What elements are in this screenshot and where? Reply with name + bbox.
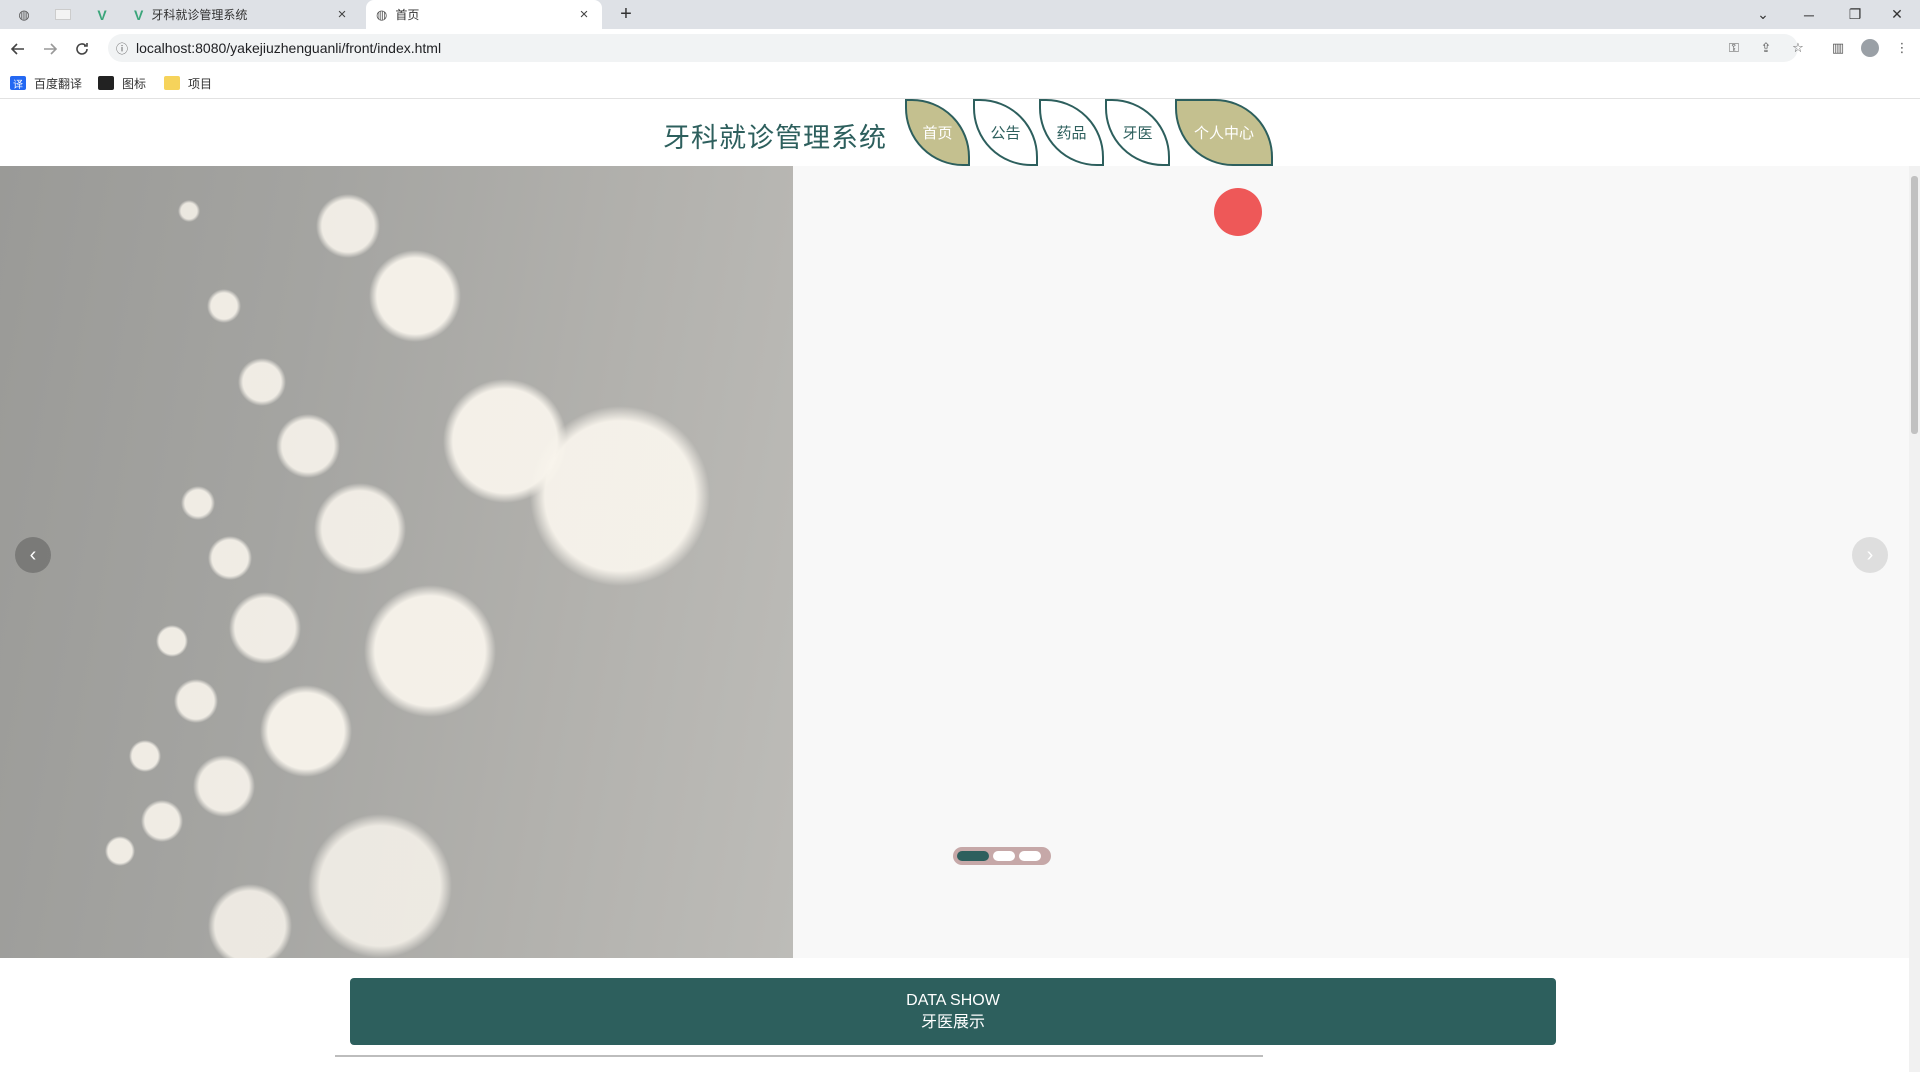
bookmark-label: 项目: [188, 76, 213, 91]
tab-home[interactable]: ◍ 首页 ×: [366, 0, 602, 29]
vue-logo-icon: V: [134, 6, 144, 23]
forward-button[interactable]: [38, 37, 62, 61]
url-text: localhost:8080/yakejiuzhenguanli/front/i…: [136, 40, 442, 56]
carousel-next-button[interactable]: ›: [1852, 537, 1888, 573]
carousel-indicator-1[interactable]: [957, 851, 989, 861]
banner-carousel[interactable]: ‹ ›: [0, 166, 1920, 958]
pinned-tab-blank[interactable]: [50, 0, 76, 29]
globe-icon: ◍: [18, 6, 30, 22]
section-heading-banner: DATA SHOW 牙医展示: [350, 978, 1556, 1045]
click-indicator: [1214, 188, 1262, 236]
side-panel-icon[interactable]: ▥: [1826, 37, 1850, 59]
nav-home[interactable]: 首页: [905, 99, 970, 166]
image-icon: [98, 76, 114, 90]
site-info-icon[interactable]: ⓘ: [108, 40, 136, 57]
reload-button[interactable]: [70, 37, 94, 61]
nav-notice[interactable]: 公告: [973, 99, 1038, 166]
nav-dentist[interactable]: 牙医: [1105, 99, 1170, 166]
carousel-slide-image: [0, 166, 793, 958]
back-button[interactable]: [6, 37, 30, 61]
section-title-cn: 牙医展示: [920, 1014, 985, 1031]
folder-icon: [164, 76, 180, 90]
nav-personal-center[interactable]: 个人中心: [1175, 99, 1273, 166]
section-divider: [335, 1055, 1263, 1057]
tab-label: 牙科就诊管理系统: [151, 8, 248, 22]
browser-tabstrip: ◍ V V 牙科就诊管理系统 × ◍ 首页 × + ⌄ ─ ❐ ✕: [0, 0, 1920, 29]
section-title-en: DATA SHOW: [906, 992, 1000, 1009]
bookmark-star-icon[interactable]: ☆: [1786, 37, 1810, 59]
tab-search-button[interactable]: ⌄: [1740, 0, 1786, 29]
minimize-button[interactable]: ─: [1786, 0, 1832, 29]
bookmark-label: 图标: [122, 76, 147, 91]
profile-avatar-icon[interactable]: [1858, 37, 1882, 59]
carousel-indicator-3[interactable]: [1019, 851, 1041, 861]
bookmark-icons[interactable]: 图标: [98, 74, 146, 92]
tab-system[interactable]: V 牙科就诊管理系统 ×: [124, 0, 360, 29]
close-icon[interactable]: ×: [576, 6, 592, 23]
bookmark-label: 百度翻译: [34, 76, 83, 91]
vue-logo-icon: V: [97, 6, 107, 23]
carousel-indicator-2[interactable]: [993, 851, 1015, 861]
restore-button[interactable]: ❐: [1832, 0, 1878, 29]
address-bar[interactable]: ⓘ localhost:8080/yakejiuzhenguanli/front…: [108, 34, 1798, 62]
web-page: 牙科就诊管理系统 首页 公告 药品 牙医 个人中心 ‹ › DATA SHOW …: [0, 99, 1920, 1072]
pinned-tab-vue[interactable]: V: [90, 0, 114, 29]
share-icon[interactable]: ⇪: [1754, 37, 1778, 59]
forward-arrow-icon: [44, 43, 58, 55]
bookmark-project[interactable]: 项目: [164, 74, 212, 92]
close-window-button[interactable]: ✕: [1874, 0, 1920, 29]
back-arrow-icon: [10, 43, 24, 55]
globe-icon: ◍: [376, 6, 388, 22]
reload-icon: [76, 43, 88, 55]
carousel-prev-button[interactable]: ‹: [15, 537, 51, 573]
password-key-icon[interactable]: ⚿: [1722, 37, 1746, 59]
new-tab-button[interactable]: +: [614, 2, 638, 26]
menu-dots-icon[interactable]: ⋮: [1890, 37, 1914, 59]
scrollbar-thumb[interactable]: [1911, 176, 1918, 434]
tab-label: 首页: [395, 8, 420, 22]
browser-toolbar: ⓘ localhost:8080/yakejiuzhenguanli/front…: [0, 29, 1920, 67]
page-scrollbar[interactable]: [1909, 166, 1920, 1072]
bookmark-baidu-translate[interactable]: 译 百度翻译: [10, 74, 82, 92]
carousel-indicators: [953, 847, 1051, 865]
nav-medicine[interactable]: 药品: [1039, 99, 1104, 166]
pinned-tab-globe[interactable]: ◍: [12, 0, 36, 29]
translate-icon: 译: [10, 76, 26, 91]
page-icon: [55, 9, 71, 20]
close-icon[interactable]: ×: [334, 6, 350, 23]
bookmarks-bar: 译 百度翻译 图标 项目: [0, 67, 1920, 99]
site-title: 牙科就诊管理系统: [663, 123, 887, 153]
